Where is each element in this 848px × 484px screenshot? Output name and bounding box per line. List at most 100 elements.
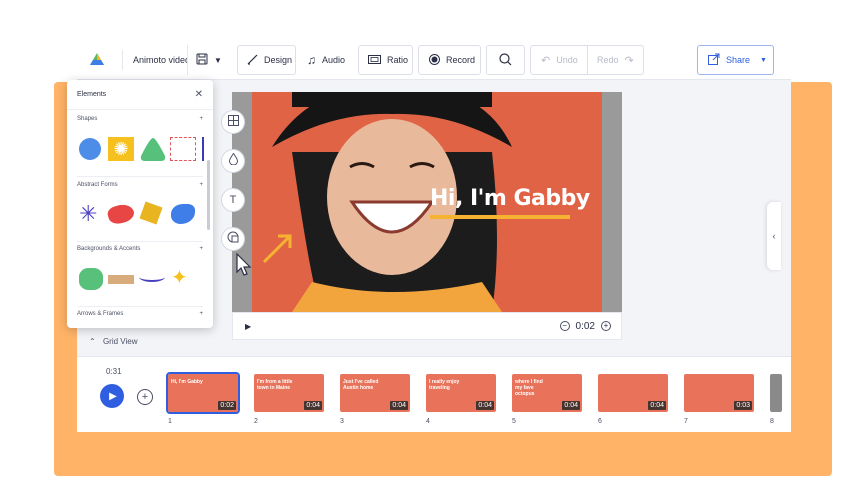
record-icon [429,53,440,67]
blob-shape[interactable] [171,204,195,224]
toolbar: Animoto video ▼ Design ♫ Audio Ratio Rec… [77,40,791,80]
scene-photo: Hi, I'm Gabby [252,92,602,312]
text-icon: T [229,194,237,206]
triangle-shape[interactable] [139,136,167,162]
ratio-label: Ratio [387,55,409,65]
undo-icon: ↶ [541,54,551,67]
save-dropdown-button[interactable]: ▼ [187,45,233,75]
total-time: 0:31 [106,367,122,376]
redo-icon: ↷ [624,54,634,67]
share-button[interactable]: Share ▼ [697,45,774,75]
shapes-icon [227,230,239,248]
play-icon: ▶ [109,390,117,402]
arrows-frames-section: Arrows & Frames + [67,311,213,317]
panel-scrollbar[interactable] [207,160,210,230]
shapes-section: Shapes + ✺ [67,116,213,162]
slide-thumbnail[interactable]: Just I've called Austin home 0:04 [340,374,410,412]
layout-icon [227,113,239,131]
redo-button[interactable]: Redo ↷ [587,45,644,75]
video-canvas[interactable]: Hi, I'm Gabby ▶ − 0:02 + [232,92,622,340]
slide-number: 3 [340,418,344,425]
slide-number: 2 [254,418,258,425]
ratio-button[interactable]: Ratio [358,45,413,75]
droplet-icon [228,152,238,170]
chevron-left-icon: ‹ [772,231,776,241]
elements-panel: Elements ✕ Shapes+ ✺ Abstract Forms+ ✳ [67,80,213,328]
music-note-icon: ♫ [307,53,316,67]
badge-shape[interactable]: ✺ [108,137,134,161]
elements-tool-button[interactable] [221,227,245,251]
audio-button[interactable]: ♫ Audio [301,45,356,75]
sparkle-accent[interactable]: ✦ [171,265,188,290]
scribble-accent[interactable] [139,272,165,282]
slide-thumbnail[interactable]: 0:03 [684,374,754,412]
redo-label: Redo [597,55,619,65]
record-button[interactable]: Record [418,45,481,75]
frame-shape[interactable] [170,137,196,161]
grid-view-label: Grid View [102,337,138,346]
slide-caption: where I find my fave octopus [515,379,543,397]
play-button[interactable]: ▶ [100,384,124,408]
tan-stroke-accent[interactable] [108,275,134,284]
slide-duration: 0:04 [648,401,666,410]
cube-shape[interactable] [139,201,163,225]
starburst-shape[interactable]: ✳ [79,201,97,227]
slide-number: 1 [168,418,172,425]
abstract-forms-section: Abstract Forms + ✳ [67,182,213,228]
share-label: Share [726,55,751,65]
plus-circle-icon[interactable]: + [601,321,611,331]
slide-thumbnail[interactable]: I really enjoy traveling 0:04 [426,374,496,412]
circle-shape[interactable] [79,138,101,160]
grid-view-toggle[interactable]: ⌃ Grid View [89,337,137,346]
preview-frame: Hi, I'm Gabby [232,92,622,312]
save-icon [196,53,208,67]
playback-controls: ▶ − 0:02 + [232,312,622,340]
minus-circle-icon[interactable]: − [559,321,570,331]
slide-caption: I really enjoy traveling [429,379,460,391]
slide-caption: Just I've called Austin home [343,379,379,391]
slide-duration: 0:04 [476,401,494,410]
line-shape[interactable] [202,137,204,161]
slide-number: 4 [426,418,430,425]
caret-down-icon: ▼ [760,56,767,64]
duration-value: 0:02 [575,320,595,332]
slide-thumbnail[interactable]: I'm from a little town in Maine 0:04 [254,374,324,412]
section-title: Arrows & Frames [77,311,124,317]
canvas-side-tools: T [221,110,247,266]
undo-button[interactable]: ↶ Undo [530,45,587,75]
chevron-up-icon: ⌃ [89,337,96,346]
green-waves-accent[interactable] [79,268,103,290]
slide-number: 5 [512,418,516,425]
slide-duration: 0:04 [304,401,322,410]
slide-duration: 0:02 [218,401,236,410]
add-slide-button[interactable]: + [137,389,153,405]
slide-number: 6 [598,418,602,425]
slide-duration: 0:03 [734,401,752,410]
slide-thumbnail[interactable]: where I find my fave octopus 0:04 [512,374,582,412]
text-tool-button[interactable]: T [221,188,245,212]
play-icon[interactable]: ▶ [245,322,251,331]
expand-icon[interactable]: + [199,311,203,317]
slide-thumbnail[interactable] [770,374,782,412]
record-label: Record [446,55,476,65]
close-icon[interactable]: ✕ [195,89,203,100]
design-button[interactable]: Design [237,45,296,75]
slide-thumbnail[interactable]: 0:04 [598,374,668,412]
slide-number: 8 [770,418,774,425]
layout-tool-button[interactable] [221,110,245,134]
elements-panel-title: Elements [77,91,107,98]
caret-down-icon: ▼ [214,55,222,65]
animoto-logo-icon [90,53,104,67]
brush-stroke-shape[interactable] [106,201,136,227]
slide-caption: Hi, I'm Gabby [171,379,203,385]
timeline: 0:31 ▶ + Hi, I'm Gabby 0:02 1 I'm from a li… [77,356,791,432]
color-tool-button[interactable] [221,149,245,173]
shapes-row: ✺ [67,122,213,162]
search-button[interactable] [486,45,525,75]
slide-thumbnail[interactable]: Hi, I'm Gabby 0:02 [166,372,240,414]
right-panel-collapse[interactable]: ‹ [767,202,781,270]
share-icon [708,53,720,67]
project-title[interactable]: Animoto video [133,55,190,65]
headline-text[interactable]: Hi, I'm Gabby [430,186,590,211]
backgrounds-accents-section: Backgrounds & Accents + ✦ [67,246,213,292]
